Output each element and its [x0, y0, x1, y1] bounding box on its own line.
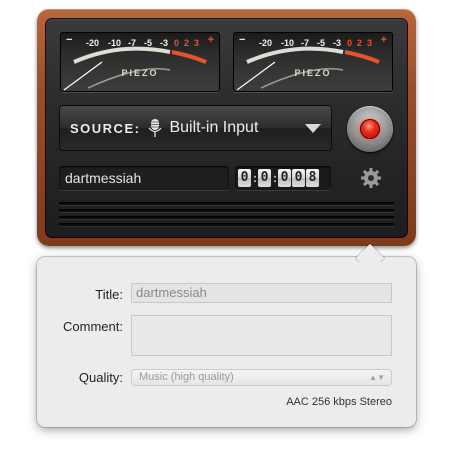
counter-digit: 0	[258, 169, 271, 187]
scale-tick-label: 0	[347, 38, 353, 48]
quality-value: Music (high quality)	[139, 371, 234, 383]
scale-tick-label: -20	[86, 38, 100, 48]
chevron-down-icon	[305, 124, 321, 133]
updown-arrows-icon: ▲▼	[369, 373, 385, 382]
scale-tick-label: -20	[259, 38, 273, 48]
time-counter: 0 : 0 : 0 0 8	[235, 166, 331, 190]
source-label: SOURCE:	[70, 120, 141, 136]
scale-tick-label: 3	[367, 38, 373, 48]
recording-name-field[interactable]: dartmessiah	[59, 166, 229, 190]
scale-tick-label: 2	[184, 38, 190, 48]
format-info: AAC 256 kbps Stereo	[286, 396, 392, 408]
scale-tick-label: -3	[333, 38, 342, 48]
meter-minus-label: −	[66, 34, 73, 46]
scale-tick-label: -7	[301, 38, 310, 48]
record-icon	[360, 119, 380, 139]
meter-brand: PIEZO	[121, 68, 159, 78]
source-selector[interactable]: SOURCE: Built-in Input	[59, 105, 332, 151]
scale-tick-label: 3	[194, 38, 200, 48]
title-field[interactable]: dartmessiah	[131, 283, 392, 303]
title-label: Title:	[95, 287, 123, 302]
scale-tick-label: -3	[160, 38, 169, 48]
scale-tick-label: -7	[128, 38, 137, 48]
counter-digit: 0	[292, 169, 305, 187]
scale-tick-label: -5	[317, 38, 326, 48]
speaker-grille	[59, 202, 394, 228]
meter-scale: -20 -10 -7 -5 -3 0 2 3	[253, 38, 379, 50]
popover-arrow	[355, 236, 385, 262]
quality-select[interactable]: Music (high quality) ▲▼	[131, 369, 392, 386]
vu-meter-left: − -20 -10 -7 -5 -3 0 2 3 + PIEZO	[60, 32, 220, 92]
comment-label: Comment:	[63, 319, 123, 334]
meter-minus-label: −	[239, 34, 246, 46]
meter-scale: -20 -10 -7 -5 -3 0 2 3	[80, 38, 206, 50]
scale-tick-label: 0	[174, 38, 180, 48]
vu-meter-right: − -20 -10 -7 -5 -3 0 2 3 + PIEZO	[233, 32, 393, 92]
meter-brand: PIEZO	[294, 68, 332, 78]
counter-digit: 8	[306, 169, 319, 187]
meter-plus-label: +	[207, 34, 214, 46]
source-value: Built-in Input	[169, 119, 259, 136]
scale-tick-label: -10	[281, 38, 295, 48]
record-button[interactable]	[347, 106, 393, 152]
counter-digit: 0	[278, 169, 291, 187]
scale-tick-label: -10	[108, 38, 122, 48]
gear-icon[interactable]	[360, 167, 382, 189]
scale-tick-label: 2	[357, 38, 363, 48]
counter-digit: 0	[238, 169, 251, 187]
quality-label: Quality:	[78, 370, 123, 385]
comment-field[interactable]	[131, 315, 392, 356]
microphone-icon	[148, 119, 162, 137]
scale-tick-label: -5	[144, 38, 153, 48]
meter-plus-label: +	[380, 34, 387, 46]
